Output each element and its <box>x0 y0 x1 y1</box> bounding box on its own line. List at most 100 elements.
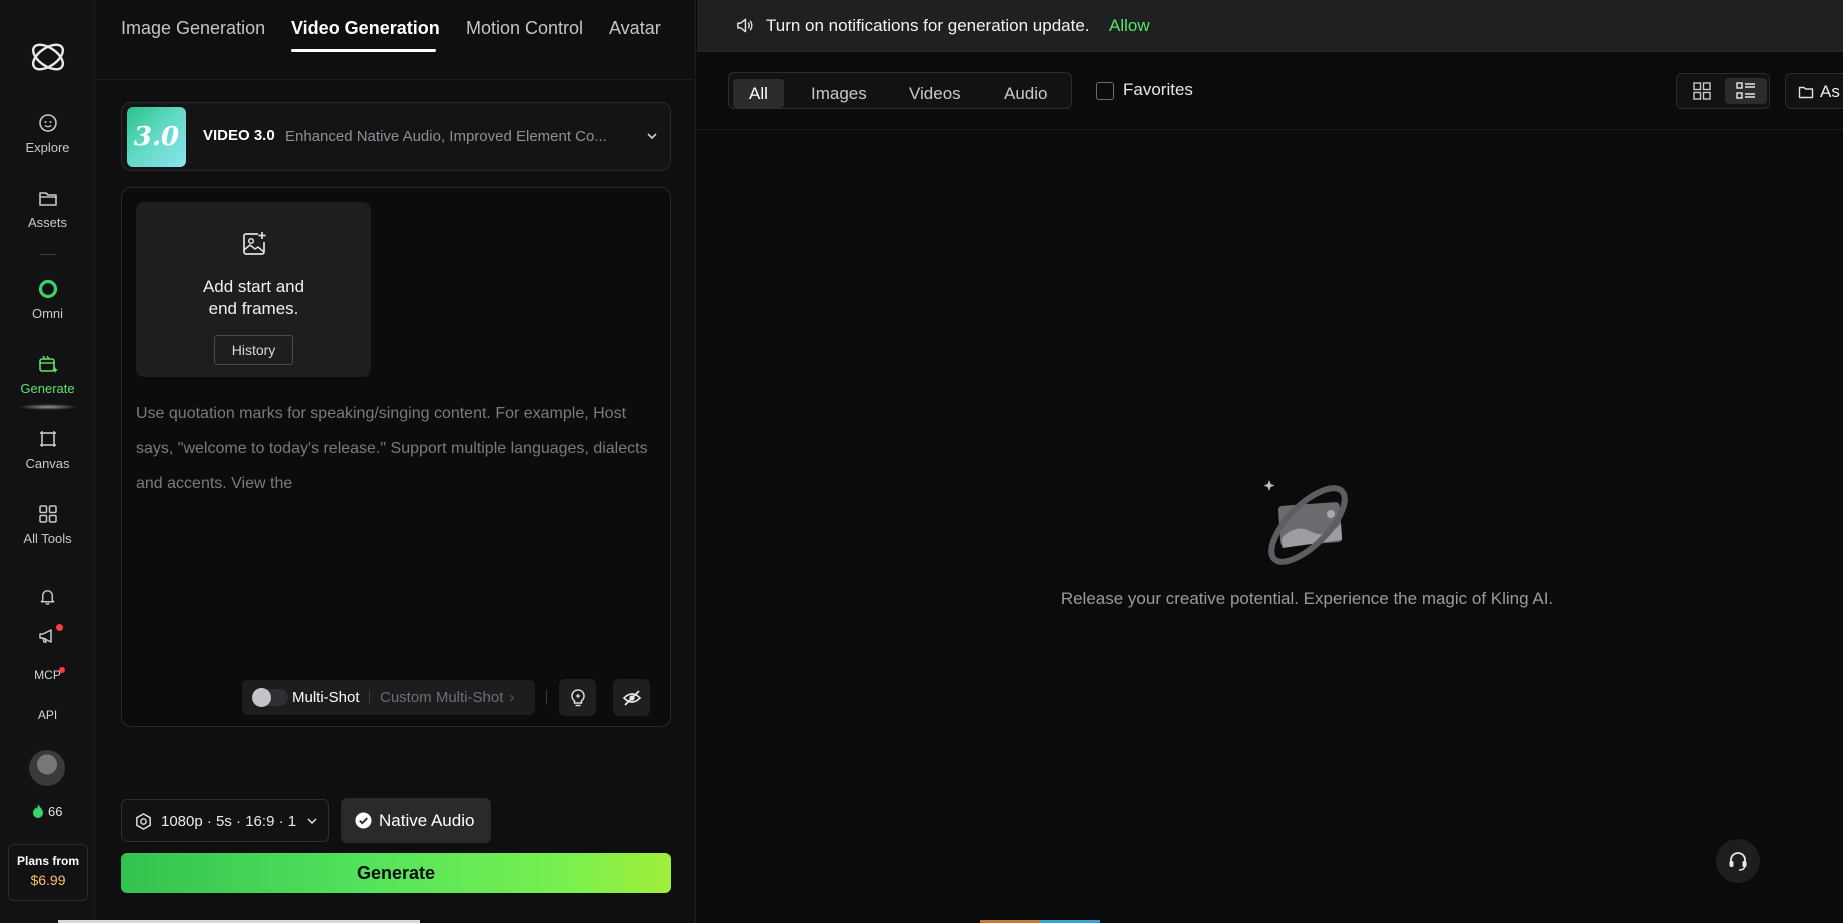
assets-button-label: As <box>1820 82 1840 101</box>
rail-item-generate[interactable]: Generate <box>0 353 95 396</box>
frames-text: Add start and end frames. <box>136 276 371 320</box>
tab-motion-control[interactable]: Motion Control <box>466 18 583 39</box>
rail-item-all-tools[interactable]: All Tools <box>0 503 95 546</box>
rail-item-assets[interactable]: Assets <box>0 187 95 230</box>
notification-text: Turn on notifications for generation upd… <box>766 16 1090 35</box>
chevron-down-icon <box>647 133 657 140</box>
chevron-down-icon <box>307 818 317 825</box>
eye-slash-icon <box>622 689 641 706</box>
app-root: Explore Assets Omni Generate Canvas All … <box>0 0 1843 923</box>
settings-summary: 1080p · 5s · 16:9 · 1 <box>161 813 297 830</box>
folder-icon <box>38 192 57 206</box>
bell-icon[interactable] <box>38 587 57 606</box>
lightbulb-icon <box>570 688 585 706</box>
generation-tabs: Image Generation Video Generation Motion… <box>95 0 696 80</box>
prompt-textarea[interactable]: Use quotation marks for speaking/singing… <box>136 396 656 501</box>
rail-item-label: Generate <box>20 381 75 396</box>
frames-line-1: Add start and <box>202 277 305 296</box>
frames-line-2: end frames. <box>208 299 299 318</box>
headset-icon <box>1729 852 1747 871</box>
rail-divider <box>40 254 56 255</box>
kling-logo-icon[interactable] <box>27 36 69 78</box>
filter-all[interactable]: All <box>733 79 784 108</box>
favorites-checkbox[interactable] <box>1096 82 1114 100</box>
frames-upload[interactable]: Add start and end frames. History <box>136 202 371 377</box>
list-view-button[interactable] <box>1725 78 1767 104</box>
custom-multishot-label: Custom Multi-Shot <box>380 689 504 706</box>
avatar[interactable] <box>29 750 65 786</box>
explore-icon <box>38 114 57 132</box>
notification-dot <box>56 624 63 631</box>
history-button[interactable]: History <box>214 335 293 365</box>
tab-avatar[interactable]: Avatar <box>609 18 661 39</box>
rail-item-omni[interactable]: Omni <box>0 278 95 321</box>
favorites-label: Favorites <box>1123 80 1193 99</box>
grid-icon <box>38 505 57 523</box>
left-rail: Explore Assets Omni Generate Canvas All … <box>0 0 95 923</box>
model-selector[interactable]: 3.0 VIDEO 3.0 Enhanced Native Audio, Imp… <box>121 102 671 171</box>
settings-hex-icon <box>136 813 151 830</box>
toggle-knob <box>252 688 271 707</box>
chevron-right-icon: › <box>509 689 515 706</box>
custom-multishot-button[interactable]: Custom Multi-Shot › <box>380 689 514 706</box>
grid-view-button[interactable] <box>1681 78 1723 104</box>
filter-bar: All Images Videos Audio Favorites As <box>697 53 1843 130</box>
multishot-toggle[interactable] <box>252 688 288 707</box>
native-audio-label: Native Audio <box>379 811 475 830</box>
generate-button[interactable]: Generate <box>121 853 671 893</box>
plans-price: $6.99 <box>30 872 66 888</box>
view-toggle <box>1676 73 1770 109</box>
flame-icon <box>33 804 43 818</box>
grid-view-icon <box>1693 82 1711 100</box>
divider <box>546 690 547 705</box>
media-filter: All Images Videos Audio <box>728 72 1072 109</box>
empty-state-message: Release your creative potential. Experie… <box>1060 589 1554 608</box>
api-link[interactable]: API <box>0 708 95 722</box>
model-badge: 3.0 <box>127 107 186 167</box>
filter-videos[interactable]: Videos <box>909 79 961 108</box>
rail-item-canvas[interactable]: Canvas <box>0 428 95 471</box>
results-area: All Images Videos Audio Favorites As Rel… <box>697 53 1843 923</box>
rail-active-glow <box>18 404 78 410</box>
credits-count: 66 <box>48 803 63 819</box>
rail-item-label: Explore <box>25 140 70 155</box>
speaker-icon <box>737 18 753 33</box>
filter-images[interactable]: Images <box>811 79 867 108</box>
native-audio-toggle[interactable]: Native Audio <box>341 798 491 843</box>
assets-button[interactable]: As <box>1785 73 1843 109</box>
support-button[interactable] <box>1716 839 1760 883</box>
video-settings-dropdown[interactable]: 1080p · 5s · 16:9 · 1 <box>121 799 329 842</box>
model-name: VIDEO 3.0 <box>203 127 275 144</box>
generate-icon <box>38 355 58 373</box>
plans-button[interactable]: Plans from $6.99 <box>8 844 88 901</box>
tab-video-generation[interactable]: Video Generation <box>291 18 440 39</box>
multishot-group: Multi-Shot Custom Multi-Shot › <box>242 680 535 715</box>
prompt-idea-button[interactable] <box>559 679 596 716</box>
add-image-icon <box>243 232 266 255</box>
rail-item-label: Canvas <box>25 456 70 471</box>
negative-prompt-button[interactable] <box>613 679 650 716</box>
notification-banner: Turn on notifications for generation upd… <box>697 0 1843 52</box>
canvas-icon <box>39 431 56 447</box>
megaphone-icon[interactable] <box>37 626 57 646</box>
check-circle-icon <box>355 812 372 829</box>
list-view-icon <box>1736 82 1755 99</box>
tab-image-generation[interactable]: Image Generation <box>121 18 265 39</box>
rail-item-label: Omni <box>31 306 64 321</box>
credits-display[interactable]: 66 <box>31 803 62 819</box>
plans-title: Plans from <box>16 854 79 868</box>
rail-item-label: All Tools <box>23 531 72 546</box>
notification-dot <box>59 667 65 673</box>
filter-audio[interactable]: Audio <box>1004 79 1047 108</box>
divider <box>369 690 370 705</box>
active-tab-indicator <box>291 49 436 52</box>
rail-item-explore[interactable]: Explore <box>0 112 95 155</box>
omni-icon <box>38 279 57 299</box>
rail-item-label: Assets <box>27 215 67 230</box>
multishot-label: Multi-Shot <box>292 689 360 706</box>
mcp-link[interactable]: MCP <box>0 668 95 682</box>
generation-panel: Image Generation Video Generation Motion… <box>95 0 696 923</box>
prompt-editor: Add start and end frames. History Use qu… <box>121 187 671 727</box>
folder-icon <box>1798 86 1814 99</box>
allow-notifications-link[interactable]: Allow <box>1109 16 1150 36</box>
